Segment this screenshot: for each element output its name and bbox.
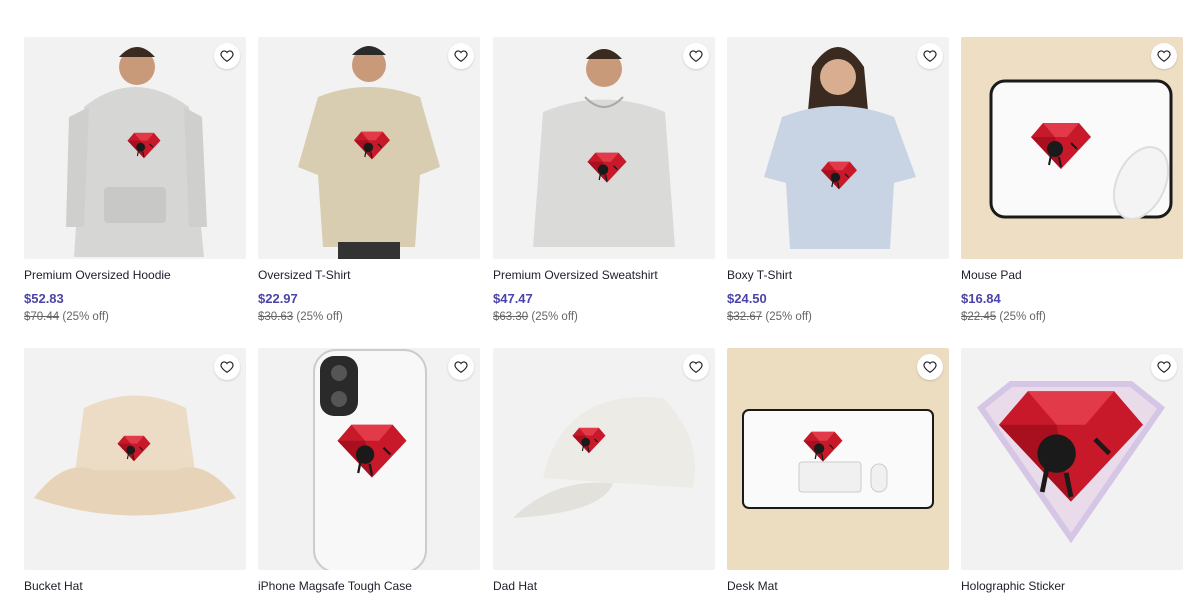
discount-label: (25% off)	[531, 311, 578, 323]
heart-outline-icon	[454, 50, 468, 62]
product-title[interactable]: Mouse Pad	[961, 268, 1183, 282]
original-price: $22.45	[961, 311, 997, 323]
product-title[interactable]: Boxy T-Shirt	[727, 268, 949, 282]
product-card[interactable]: Boxy T-Shirt $24.50 $32.67 (25% off)	[727, 37, 949, 324]
heart-outline-icon	[923, 50, 937, 62]
favorite-button[interactable]	[1151, 354, 1177, 380]
product-title[interactable]: Dad Hat	[493, 579, 715, 593]
original-price: $32.67	[727, 311, 763, 323]
product-card[interactable]: Desk Mat	[727, 348, 949, 593]
product-image[interactable]	[493, 37, 715, 259]
product-price: $52.83	[24, 291, 64, 306]
product-card[interactable]: Oversized T-Shirt $22.97 $30.63 (25% off…	[258, 37, 480, 324]
product-card[interactable]: Bucket Hat	[24, 348, 246, 593]
bucket-hat-image	[34, 395, 236, 516]
product-price: $22.97	[258, 291, 298, 306]
product-card[interactable]: Holographic Sticker	[961, 348, 1183, 593]
product-title[interactable]: Holographic Sticker	[961, 579, 1183, 593]
product-image[interactable]	[961, 348, 1183, 570]
product-title[interactable]: Bucket Hat	[24, 579, 246, 593]
product-card[interactable]: Dad Hat	[493, 348, 715, 593]
original-price-row: $30.63 (25% off)	[258, 311, 480, 324]
original-price-row: $22.45 (25% off)	[961, 311, 1183, 324]
original-price-row: $63.30 (25% off)	[493, 311, 715, 324]
favorite-button[interactable]	[917, 43, 943, 69]
product-title[interactable]: Desk Mat	[727, 579, 949, 593]
heart-outline-icon	[689, 361, 703, 373]
favorite-button[interactable]	[214, 354, 240, 380]
heart-outline-icon	[1157, 361, 1171, 373]
heart-outline-icon	[220, 361, 234, 373]
original-price: $30.63	[258, 311, 294, 323]
favorite-button[interactable]	[917, 354, 943, 380]
sweatshirt-image	[533, 49, 675, 247]
desk-mat-image	[742, 409, 934, 509]
boxy-t-shirt-image	[764, 47, 916, 249]
discount-label: (25% off)	[999, 311, 1046, 323]
holographic-sticker-image	[976, 381, 1166, 544]
product-title[interactable]: Premium Oversized Sweatshirt	[493, 268, 715, 282]
original-price: $63.30	[493, 311, 529, 323]
product-title[interactable]: Oversized T-Shirt	[258, 268, 480, 282]
dad-hat-image	[513, 397, 695, 518]
discount-label: (25% off)	[62, 311, 109, 323]
heart-outline-icon	[923, 361, 937, 373]
heart-outline-icon	[454, 361, 468, 373]
product-image[interactable]	[258, 348, 480, 570]
product-title[interactable]: iPhone Magsafe Tough Case	[258, 579, 480, 593]
product-price: $24.50	[727, 291, 767, 306]
phone-case-image	[313, 349, 427, 570]
hoodie-image	[66, 47, 207, 257]
discount-label: (25% off)	[296, 311, 343, 323]
product-image[interactable]	[24, 37, 246, 259]
product-card[interactable]: iPhone Magsafe Tough Case	[258, 348, 480, 593]
product-image[interactable]	[727, 37, 949, 259]
favorite-button[interactable]	[683, 43, 709, 69]
product-card[interactable]: Premium Oversized Sweatshirt $47.47 $63.…	[493, 37, 715, 324]
product-price: $47.47	[493, 291, 533, 306]
heart-outline-icon	[689, 50, 703, 62]
favorite-button[interactable]	[448, 43, 474, 69]
product-image[interactable]	[258, 37, 480, 259]
discount-label: (25% off)	[765, 311, 812, 323]
product-title[interactable]: Premium Oversized Hoodie	[24, 268, 246, 282]
product-image[interactable]	[24, 348, 246, 570]
heart-outline-icon	[1157, 50, 1171, 62]
favorite-button[interactable]	[1151, 43, 1177, 69]
favorite-button[interactable]	[448, 354, 474, 380]
product-card[interactable]: Mouse Pad $16.84 $22.45 (25% off)	[961, 37, 1183, 324]
t-shirt-image	[298, 46, 440, 259]
favorite-button[interactable]	[683, 354, 709, 380]
mouse-pad-image	[989, 79, 1173, 220]
product-card[interactable]: Premium Oversized Hoodie $52.83 $70.44 (…	[24, 37, 246, 324]
heart-outline-icon	[220, 50, 234, 62]
product-image[interactable]	[961, 37, 1183, 259]
product-price: $16.84	[961, 291, 1001, 306]
original-price-row: $70.44 (25% off)	[24, 311, 246, 324]
product-image[interactable]	[493, 348, 715, 570]
product-image[interactable]	[727, 348, 949, 570]
original-price: $70.44	[24, 311, 60, 323]
favorite-button[interactable]	[214, 43, 240, 69]
original-price-row: $32.67 (25% off)	[727, 311, 949, 324]
